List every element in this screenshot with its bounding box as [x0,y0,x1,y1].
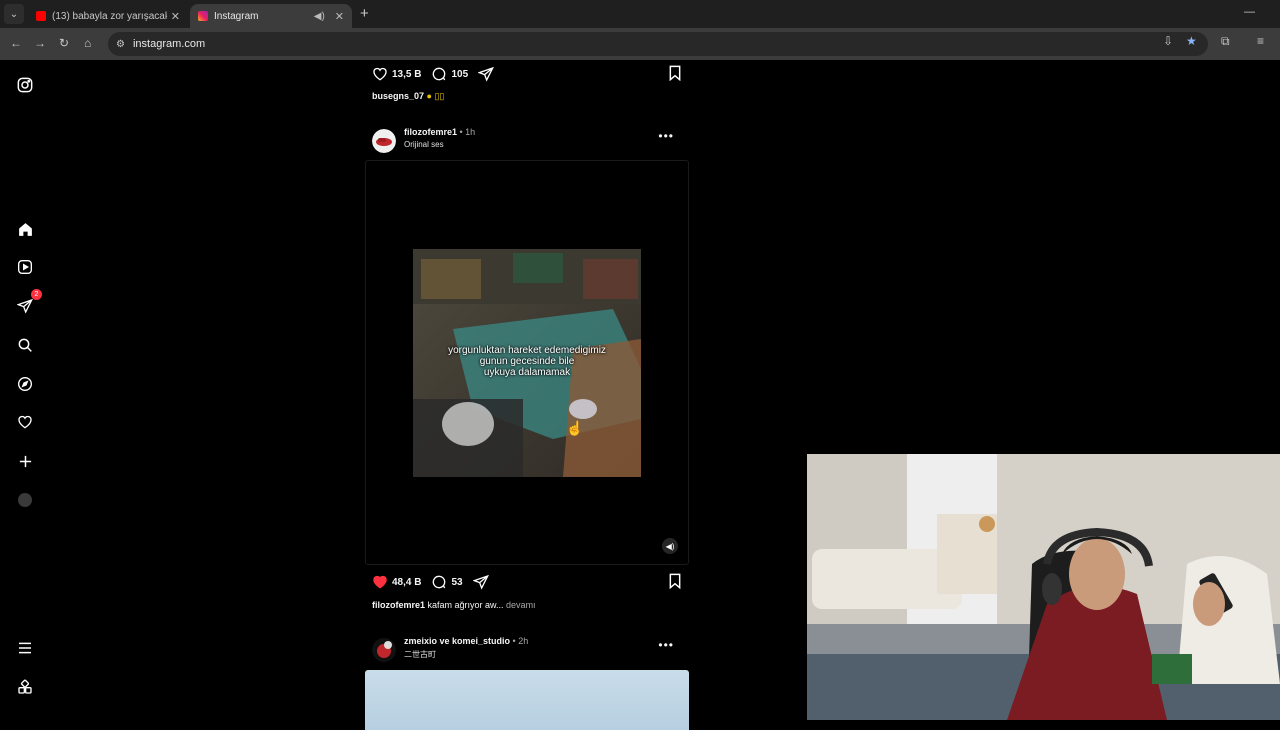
address-bar[interactable]: ⚙ instagram.com [108,32,1208,56]
threads-grid-icon[interactable] [14,676,36,698]
tab-title: (13) babayla zor yarışacaklarını [52,10,167,22]
tab-search-button[interactable]: ⌄ [4,4,24,24]
avatar[interactable] [372,638,396,662]
caption-text: kafam ağrıyor aw... [425,600,504,610]
like-count: 13,5 B [392,68,422,80]
audio-toggle-icon[interactable]: ◀) [662,538,678,554]
post-username[interactable]: zmeixio ve komei_studio [404,636,510,646]
close-tab-icon[interactable]: ✕ [335,10,344,23]
like-count: 48,4 B [392,576,422,588]
close-tab-icon[interactable]: ✕ [171,10,180,23]
heart-filled-icon [373,575,387,589]
messages-icon[interactable]: 2 [14,289,42,317]
notifications-heart-icon[interactable] [14,411,36,433]
tab-youtube[interactable]: (13) babayla zor yarışacaklarını ✕ [28,4,188,28]
save-bookmark-icon[interactable] [668,573,682,592]
like-button[interactable]: 48,4 B [372,574,421,590]
explore-icon[interactable] [14,373,36,395]
heart-icon [373,67,387,81]
post-username-row: zmeixio ve komei_studio • 2h [404,636,528,646]
site-info-icon[interactable]: ⚙ [116,39,125,50]
next-post-image[interactable] [365,670,689,730]
tab-title: Instagram [214,10,259,22]
forward-icon[interactable]: → [34,36,46,50]
caption-text: ● ▯▯ [426,91,445,101]
feed: 13,5 B 105 busegns_07 ● ▯▯ filozofemre1 … [365,60,689,730]
instagram-logo-icon[interactable] [14,74,36,96]
reading-list-icon[interactable]: ≡ [1257,34,1264,48]
reels-icon[interactable] [14,256,36,278]
share-button[interactable] [472,574,493,590]
profile-avatar[interactable] [14,489,36,511]
post-actions: 48,4 B 53 [372,572,682,592]
video-caption-overlay: yorgunluktan hareket edemedigimiz gunun … [413,345,641,378]
instagram-sidebar: 2 [0,60,50,720]
post-time: • 1h [457,127,476,137]
next-post-header: zmeixio ve komei_studio • 2h 二世古町 ••• [372,636,682,666]
post-username-row: filozofemre1 • 1h [404,127,475,137]
create-plus-icon[interactable] [14,450,36,472]
post-header: filozofemre1 • 1h Orijinal ses ••• [372,127,682,157]
extensions-icon[interactable]: ⧉ [1221,34,1230,49]
minimize-icon[interactable]: — [1244,6,1255,18]
prev-post-actions: 13,5 B 105 [372,64,682,84]
comment-count: 105 [451,68,469,80]
comment-button[interactable]: 105 [431,66,468,82]
webcam-image [807,454,1280,720]
video-frame: yorgunluktan hareket edemedigimiz gunun … [413,249,641,477]
share-icon [478,66,495,82]
youtube-icon [36,11,46,21]
comment-icon [433,575,446,589]
video-caption-text: yorgunluktan hareket edemedigimiz gunun … [448,345,606,378]
comment-icon [433,67,446,81]
home-icon[interactable] [14,218,36,240]
post-time: • 2h [510,636,529,646]
more-options-icon[interactable]: ••• [658,129,674,143]
browser-toolbar: ← → ↻ ⌂ ⚙ instagram.com ⇩ ★ ⧉ ≡ [0,28,1280,60]
avatar[interactable] [372,129,396,153]
browser-tab-strip: ⌄ (13) babayla zor yarışacaklarını ✕ Ins… [0,0,1280,28]
instagram-icon [198,11,208,21]
post-video[interactable]: yorgunluktan hareket edemedigimiz gunun … [365,160,689,565]
share-button[interactable] [478,66,498,82]
caption-more-link[interactable]: devamı [504,600,536,610]
install-app-icon[interactable]: ⇩ [1163,34,1173,48]
back-icon[interactable]: ← [10,36,22,50]
url-text: instagram.com [132,38,206,50]
like-button[interactable]: 13,5 B [372,66,421,82]
post-caption: filozofemre1 kafam ağrıyor aw... devamı [372,600,536,610]
prev-post-caption: busegns_07 ● ▯▯ [372,91,444,102]
save-bookmark-icon[interactable] [668,65,682,84]
avatar [18,493,32,507]
post-audio[interactable]: Orijinal ses [404,140,444,149]
comment-button[interactable]: 53 [431,574,463,590]
webcam-overlay [807,454,1280,720]
more-options-icon[interactable]: ••• [658,638,674,652]
bookmark-star-icon[interactable]: ★ [1186,34,1197,48]
tab-audio-icon[interactable]: ◀) [314,11,325,22]
tab-instagram[interactable]: Instagram ◀) ✕ [190,4,352,28]
hand-cursor-icon: ☝ [566,420,584,436]
reload-icon[interactable]: ↻ [59,36,69,50]
post-audio[interactable]: 二世古町 [404,649,436,660]
caption-username[interactable]: busegns_07 [372,91,424,101]
share-icon [472,574,489,590]
comment-count: 53 [451,576,463,588]
home-icon[interactable]: ⌂ [84,36,91,50]
search-icon[interactable] [14,334,36,356]
more-menu-icon[interactable] [14,637,36,659]
post-username[interactable]: filozofemre1 [404,127,457,137]
notification-badge: 2 [31,289,42,300]
new-tab-button[interactable]: + [360,5,369,22]
caption-username[interactable]: filozofemre1 [372,600,425,610]
